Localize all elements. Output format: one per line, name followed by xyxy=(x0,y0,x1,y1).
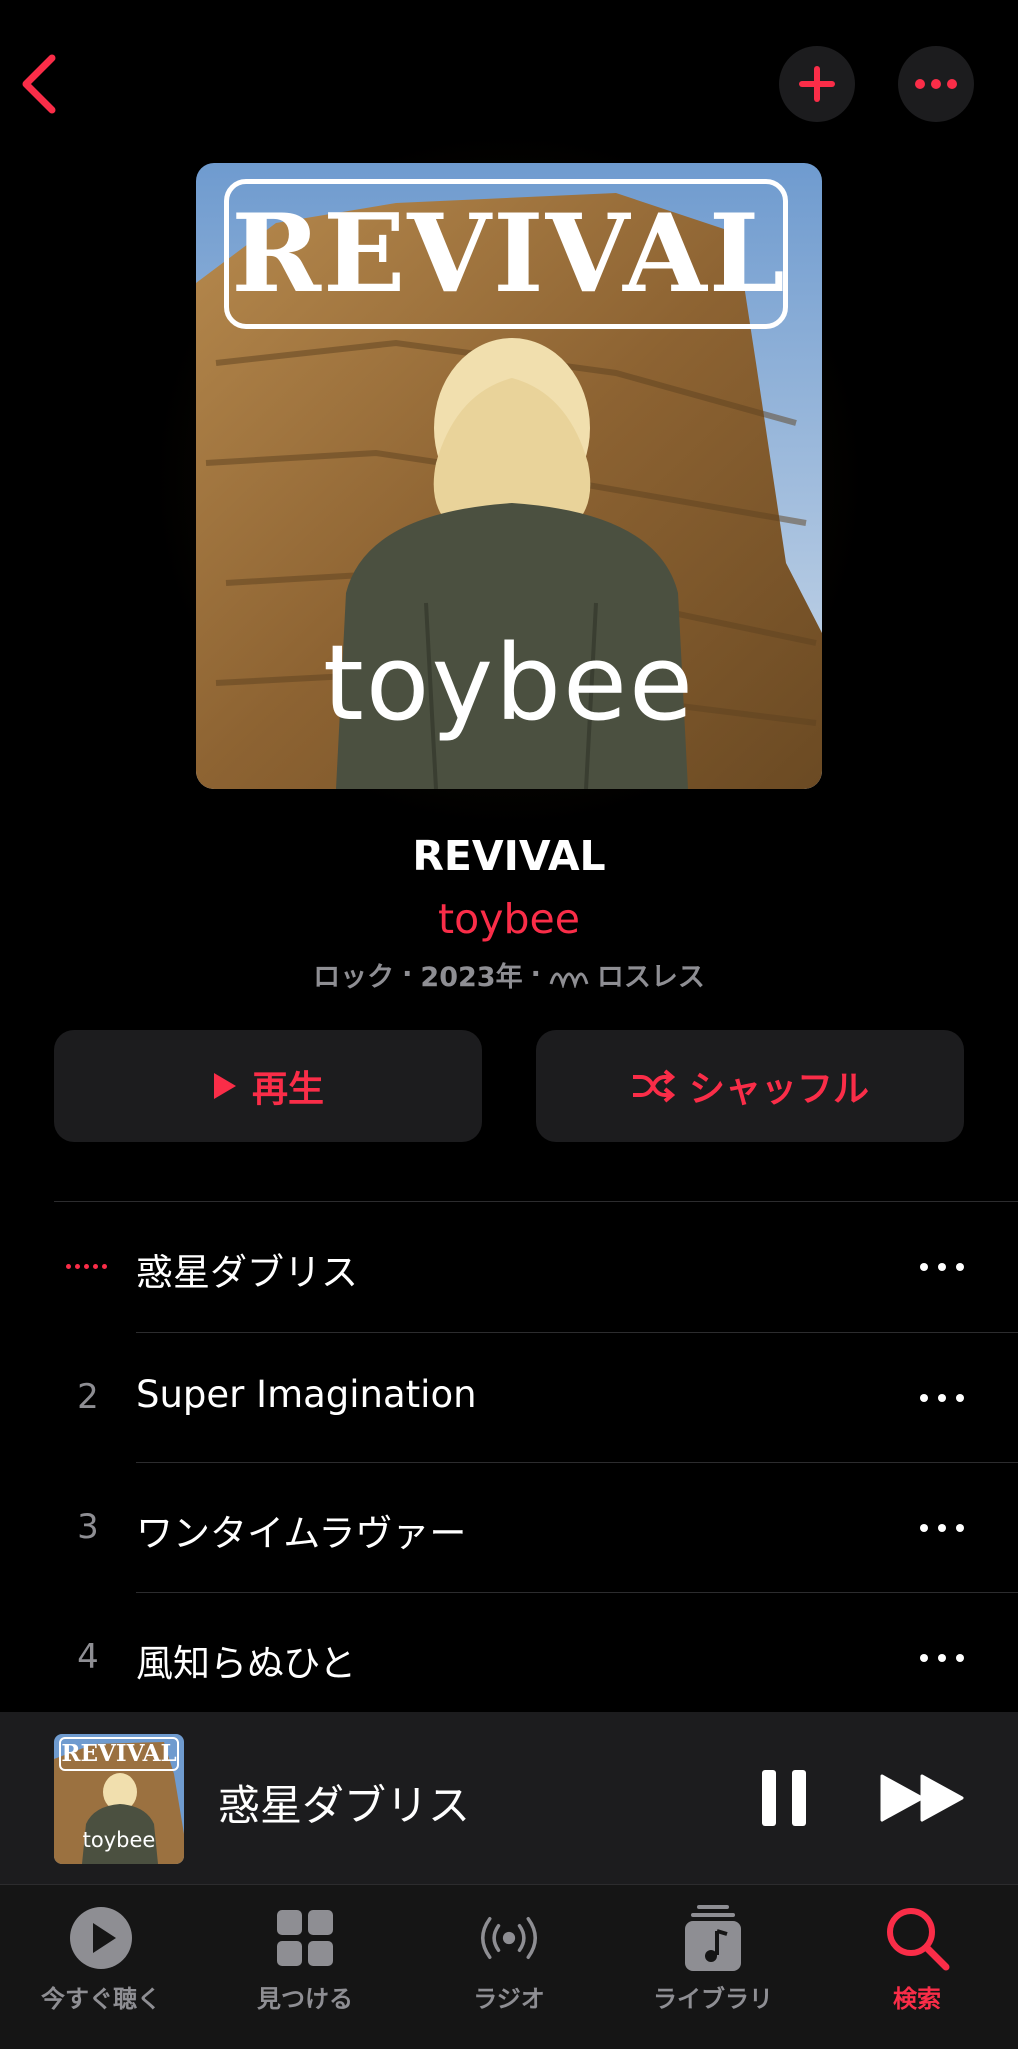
tab-radio[interactable]: ラジオ xyxy=(424,1903,594,2014)
track-row[interactable]: 2 Super Imagination xyxy=(0,1333,1018,1463)
ellipsis-icon xyxy=(915,79,957,89)
now-playing-indicator-icon xyxy=(66,1264,107,1269)
track-more-button[interactable] xyxy=(920,1252,964,1282)
shuffle-icon xyxy=(632,1069,675,1103)
album-meta: ロック · 2023年 · ロスレス xyxy=(0,955,1018,994)
mini-player-artwork: REVIVAL toybee xyxy=(54,1734,184,1864)
plus-icon xyxy=(799,66,835,102)
meta-separator: · xyxy=(530,959,541,990)
track-row[interactable]: 惑星ダブリス xyxy=(0,1202,1018,1332)
album-artwork: REVIVAL toybee xyxy=(196,163,822,789)
tab-browse[interactable]: 見つける xyxy=(220,1903,390,2014)
tab-label: ラジオ xyxy=(473,1985,545,2013)
play-button-label: 再生 xyxy=(251,1069,324,1110)
search-icon xyxy=(887,1908,950,1971)
track-row[interactable]: 3 ワンタイムラヴァー xyxy=(0,1463,1018,1593)
play-button[interactable]: 再生 xyxy=(54,1030,482,1142)
chevron-left-icon xyxy=(22,54,56,114)
radio-icon xyxy=(481,1917,537,1959)
mini-art-title-text: REVIVAL xyxy=(61,1740,177,1767)
album-quality: ロスレス xyxy=(596,962,705,993)
play-icon xyxy=(213,1073,236,1099)
tab-listen-now[interactable]: 今すぐ聴く xyxy=(16,1903,186,2014)
album-year: 2023年 xyxy=(420,962,523,993)
tab-library[interactable]: ライブラリ xyxy=(628,1903,798,2014)
add-to-library-button[interactable] xyxy=(779,46,855,122)
back-button[interactable] xyxy=(14,52,66,116)
track-more-button[interactable] xyxy=(920,1383,964,1413)
track-number: 2 xyxy=(77,1377,99,1417)
more-options-button[interactable] xyxy=(898,46,974,122)
meta-separator: · xyxy=(402,959,413,990)
tab-label: ライブラリ xyxy=(653,1985,773,2013)
skip-forward-button[interactable] xyxy=(880,1772,966,1824)
artwork-title-text: REVIVAL xyxy=(231,191,787,317)
tab-label: 今すぐ聴く xyxy=(41,1985,161,2013)
shuffle-button-label: シャッフル xyxy=(688,1069,869,1110)
mini-art-artist-text: toybee xyxy=(82,1828,156,1852)
album-genre: ロック xyxy=(313,962,395,993)
lossless-icon xyxy=(549,972,589,988)
fast-forward-icon xyxy=(880,1774,964,1822)
mini-player[interactable]: REVIVAL toybee 惑星ダブリス xyxy=(0,1712,1018,1884)
pause-button[interactable] xyxy=(758,1768,810,1828)
play-circle-icon xyxy=(70,1907,132,1969)
track-number: 3 xyxy=(77,1507,99,1547)
pause-icon xyxy=(762,1770,806,1826)
track-title: 風知らぬひと xyxy=(136,1642,357,1685)
track-number: 4 xyxy=(77,1637,99,1677)
track-title: 惑星ダブリス xyxy=(136,1251,358,1294)
grid-icon xyxy=(277,1910,333,1966)
shuffle-button[interactable]: シャッフル xyxy=(536,1030,964,1142)
album-artist-link[interactable]: toybee xyxy=(0,895,1018,943)
track-title: Super Imagination xyxy=(136,1373,477,1416)
track-title: ワンタイムラヴァー xyxy=(136,1512,467,1555)
track-more-button[interactable] xyxy=(920,1513,964,1543)
artwork-artist-text: toybee xyxy=(323,622,695,744)
track-more-button[interactable] xyxy=(920,1643,964,1673)
track-row[interactable]: 4 風知らぬひと xyxy=(0,1593,1018,1723)
music-library-icon xyxy=(685,1905,741,1971)
tab-label: 見つける xyxy=(257,1985,353,2013)
tab-bar: 今すぐ聴く 見つける ラジオ ライブラリ 検索 xyxy=(0,1884,1018,2049)
tab-search[interactable]: 検索 xyxy=(832,1903,1002,2014)
tab-label: 検索 xyxy=(893,1985,941,2013)
album-title: REVIVAL xyxy=(412,832,606,880)
mini-player-title: 惑星ダブリス xyxy=(218,1781,471,1830)
